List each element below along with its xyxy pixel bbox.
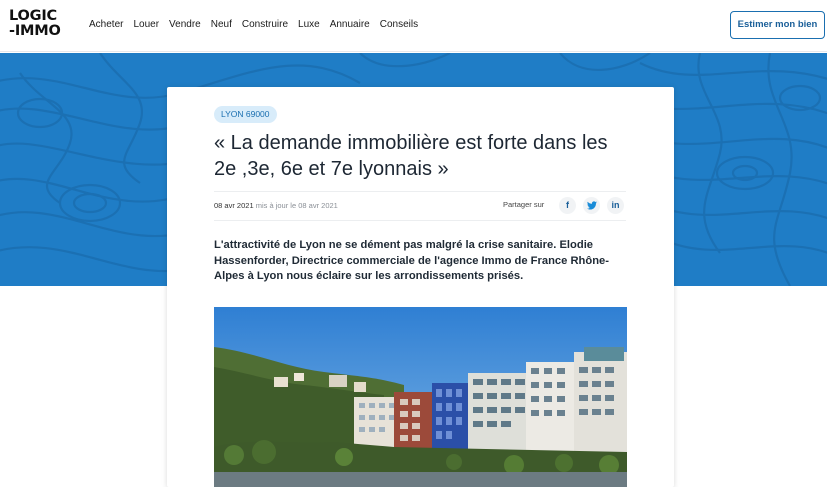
logo[interactable]: LOGIC -IMMO [9, 9, 73, 39]
lyon-buildings-photo [214, 307, 627, 487]
twitter-share-button[interactable] [583, 197, 600, 214]
nav-vendre[interactable]: Vendre [169, 19, 201, 30]
updated-date: mis à jour le 08 avr 2021 [255, 201, 338, 210]
nav-acheter[interactable]: Acheter [89, 19, 123, 30]
location-tag[interactable]: LYON 69000 [214, 106, 277, 123]
article-lead: L'attractivité de Lyon ne se dément pas … [214, 239, 609, 282]
estimate-button[interactable]: Estimer mon bien [730, 11, 825, 39]
logo-line-1: LOGIC [9, 8, 57, 24]
divider [214, 220, 626, 221]
site-header: LOGIC -IMMO Acheter Louer Vendre Neuf Co… [0, 0, 827, 52]
linkedin-share-button[interactable]: in [607, 197, 624, 214]
article-card: LYON 69000 « La demande immobilière est … [167, 87, 674, 487]
twitter-icon [586, 201, 597, 210]
logo-line-2: -IMMO [9, 23, 61, 39]
nav-luxe[interactable]: Luxe [298, 19, 320, 30]
nav-neuf[interactable]: Neuf [211, 19, 232, 30]
publish-date: 08 avr 2021 [214, 201, 254, 210]
article-title: « La demande immobilière est forte dans … [214, 132, 608, 180]
article-date: 08 avr 2021 mis à jour le 08 avr 2021 [214, 201, 338, 210]
main-nav: Acheter Louer Vendre Neuf Construire Lux… [89, 19, 418, 30]
nav-annuaire[interactable]: Annuaire [330, 19, 370, 30]
nav-conseils[interactable]: Conseils [380, 19, 418, 30]
share-label: Partager sur [503, 200, 545, 209]
nav-construire[interactable]: Construire [242, 19, 288, 30]
article-photo [214, 307, 627, 487]
divider [214, 191, 626, 192]
linkedin-icon: in [611, 200, 620, 210]
facebook-share-button[interactable]: f [559, 197, 576, 214]
facebook-icon: f [566, 200, 569, 210]
nav-louer[interactable]: Louer [133, 19, 159, 30]
